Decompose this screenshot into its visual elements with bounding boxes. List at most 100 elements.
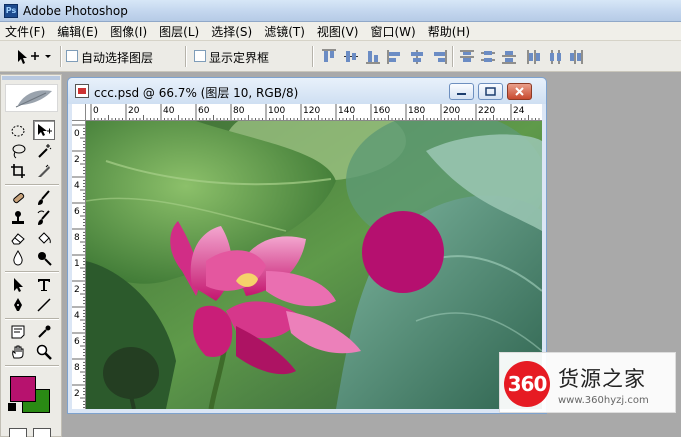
magic-wand-icon bbox=[38, 144, 52, 158]
align-top-icon[interactable] bbox=[321, 49, 337, 64]
menu-file[interactable]: 文件(F) bbox=[0, 23, 51, 40]
ruler-label: 6 bbox=[74, 337, 80, 347]
magic-wand-tool[interactable] bbox=[33, 141, 55, 161]
path-select-arrow-icon bbox=[14, 278, 23, 292]
photoshop-app-icon: Ps bbox=[4, 3, 18, 18]
document-title: ccc.psd @ 66.7% (图层 10, RGB/8) bbox=[94, 86, 299, 100]
paint-bucket-tool[interactable] bbox=[33, 228, 55, 248]
menu-image[interactable]: 图像(I) bbox=[104, 23, 153, 40]
ruler-label: 0 bbox=[74, 129, 80, 139]
options-separator bbox=[60, 46, 62, 67]
distribute-horizontal-center-icon[interactable] bbox=[547, 49, 563, 64]
type-tool[interactable] bbox=[33, 275, 55, 295]
custom-shape-icon bbox=[37, 298, 51, 312]
distribute-bottom-icon[interactable] bbox=[501, 49, 517, 64]
ruler-label: 40 bbox=[163, 106, 175, 116]
shape-tool[interactable] bbox=[33, 295, 55, 315]
ruler-label: 2 bbox=[74, 155, 80, 165]
hand-tool[interactable] bbox=[7, 342, 29, 362]
lotus-photo bbox=[86, 121, 542, 409]
align-left-icon[interactable] bbox=[387, 49, 403, 64]
horizontal-ruler-ticks: 0 20 40 60 80 100 120 140 160 180 200 220 24 bbox=[90, 104, 540, 120]
pen-tool[interactable] bbox=[7, 295, 29, 315]
ruler-origin[interactable] bbox=[72, 104, 86, 121]
ruler-label: 160 bbox=[373, 106, 390, 116]
foreground-color-swatch[interactable] bbox=[10, 376, 36, 402]
ruler-label: 140 bbox=[338, 106, 355, 116]
quick-mask-mode-button[interactable] bbox=[33, 428, 51, 437]
document-title-bar[interactable]: ccc.psd @ 66.7% (图层 10, RGB/8) bbox=[68, 78, 546, 104]
ruler-label: 2 bbox=[74, 389, 80, 399]
options-separator bbox=[312, 46, 314, 67]
minimize-icon bbox=[457, 93, 466, 95]
watermark-url: www.360hyzj.com bbox=[558, 395, 649, 406]
blur-tool[interactable] bbox=[7, 248, 29, 268]
horizontal-ruler[interactable]: 0 20 40 60 80 100 120 140 160 180 200 220 24 bbox=[86, 104, 542, 121]
brush-icon bbox=[38, 190, 50, 205]
watermark-logo: 360 bbox=[504, 361, 550, 407]
show-bounding-box-checkbox[interactable] bbox=[194, 50, 206, 62]
menu-layer[interactable]: 图层(L) bbox=[153, 23, 205, 40]
eraser-icon bbox=[11, 233, 25, 245]
ruler-label: 6 bbox=[74, 207, 80, 217]
default-colors-icon[interactable] bbox=[8, 403, 16, 411]
menu-window[interactable]: 窗口(W) bbox=[364, 23, 421, 40]
lasso-tool[interactable] bbox=[7, 141, 29, 161]
close-button[interactable] bbox=[507, 83, 532, 100]
align-right-icon[interactable] bbox=[431, 49, 447, 64]
minimize-button[interactable] bbox=[449, 83, 474, 100]
distribute-right-icon[interactable] bbox=[568, 49, 584, 64]
history-brush-icon bbox=[37, 210, 50, 225]
menu-view[interactable]: 视图(V) bbox=[311, 23, 365, 40]
vertical-ruler[interactable]: 0 2 4 6 8 1 2 4 6 8 2 bbox=[72, 121, 86, 409]
zoom-tool[interactable] bbox=[33, 342, 55, 362]
distribute-left-icon[interactable] bbox=[526, 49, 542, 64]
eyedropper-tool[interactable] bbox=[33, 322, 55, 342]
distribute-top-icon[interactable] bbox=[459, 49, 475, 64]
auto-select-layer-label: 自动选择图层 bbox=[81, 51, 154, 65]
clone-stamp-tool[interactable] bbox=[7, 208, 29, 228]
healing-brush-tool[interactable] bbox=[7, 188, 29, 208]
eraser-tool[interactable] bbox=[7, 228, 29, 248]
auto-select-layer-checkbox[interactable] bbox=[66, 50, 78, 62]
crop-tool[interactable] bbox=[7, 161, 29, 181]
maximize-icon bbox=[485, 87, 496, 96]
menu-help[interactable]: 帮助(H) bbox=[422, 23, 476, 40]
slice-knife-icon bbox=[38, 164, 50, 177]
menu-select[interactable]: 选择(S) bbox=[205, 23, 258, 40]
dodge-tool[interactable] bbox=[33, 248, 55, 268]
path-selection-tool[interactable] bbox=[7, 275, 29, 295]
menu-edit[interactable]: 编辑(E) bbox=[51, 23, 104, 40]
image-canvas[interactable] bbox=[86, 121, 542, 409]
palette-divider bbox=[5, 365, 59, 367]
palette-grip[interactable] bbox=[2, 76, 60, 80]
standard-mode-button[interactable] bbox=[9, 428, 27, 437]
app-title-bar: Ps Adobe Photoshop bbox=[0, 0, 681, 22]
brush-tool[interactable] bbox=[33, 188, 55, 208]
ruler-label: 4 bbox=[74, 181, 80, 191]
pen-nib-icon bbox=[14, 298, 22, 311]
palette-divider bbox=[5, 184, 59, 186]
maximize-button[interactable] bbox=[478, 83, 503, 100]
ruler-label: 200 bbox=[443, 106, 460, 116]
options-bar: 自动选择图层 显示定界框 bbox=[0, 41, 681, 72]
history-brush-tool[interactable] bbox=[33, 208, 55, 228]
menu-filter[interactable]: 滤镜(T) bbox=[258, 23, 311, 40]
paint-bucket-icon bbox=[38, 232, 51, 244]
lasso-icon bbox=[12, 144, 26, 159]
ruler-label: 8 bbox=[74, 233, 80, 243]
tool-preset-picker[interactable] bbox=[12, 47, 56, 66]
ruler-label: 24 bbox=[513, 106, 525, 116]
align-horizontal-center-icon[interactable] bbox=[409, 49, 425, 64]
move-tool[interactable] bbox=[33, 120, 55, 140]
distribute-vertical-center-icon[interactable] bbox=[480, 49, 496, 64]
notes-tool[interactable] bbox=[7, 322, 29, 342]
marquee-tool[interactable] bbox=[7, 121, 29, 141]
align-bottom-icon[interactable] bbox=[365, 49, 381, 64]
ruler-label: 2 bbox=[74, 285, 80, 295]
slice-tool[interactable] bbox=[33, 161, 55, 181]
vertical-ruler-ticks: 0 2 4 6 8 1 2 4 6 8 2 bbox=[72, 124, 85, 409]
ruler-label: 1 bbox=[74, 259, 80, 269]
align-vertical-center-icon[interactable] bbox=[343, 49, 359, 64]
feather-logo[interactable] bbox=[5, 84, 58, 112]
